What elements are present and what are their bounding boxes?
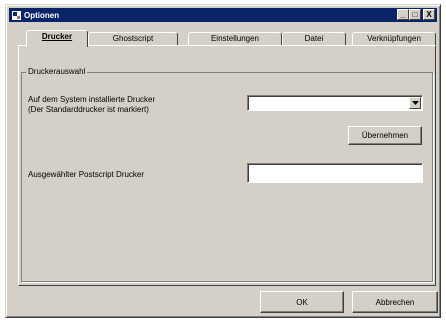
tab-ghostscript[interactable]: Ghostscript xyxy=(88,32,178,46)
cancel-button[interactable]: Abbrechen xyxy=(352,291,438,313)
installed-printers-select[interactable] xyxy=(247,95,423,111)
tab-datei[interactable]: Datei xyxy=(282,32,346,46)
apply-button[interactable]: Übernehmen xyxy=(348,126,422,145)
installed-printers-label-line2: (Der Standarddrucker ist markiert) xyxy=(28,105,149,114)
app-icon xyxy=(11,10,21,20)
tab-drucker[interactable]: Drucker xyxy=(26,30,88,47)
installed-printers-label-line1: Auf dem System installierte Drucker xyxy=(28,95,156,104)
window-title: Optionen xyxy=(24,10,60,20)
minimize-icon: _ xyxy=(400,9,406,19)
dropdown-button[interactable] xyxy=(409,97,421,109)
postscript-printer-field[interactable] xyxy=(247,163,423,183)
minimize-button[interactable]: _ xyxy=(397,9,409,20)
group-title: Druckerauswahl xyxy=(26,67,88,76)
tab-einstellungen[interactable]: Einstellungen xyxy=(188,32,282,46)
options-dialog: Optionen _ □ X Drucker Ghostscript Einst… xyxy=(5,4,441,318)
tab-drucker-label: Drucker xyxy=(41,32,73,41)
chevron-down-icon xyxy=(411,101,419,105)
tab-verknuepfungen-label: Verknüpfungen xyxy=(367,34,421,43)
ok-button-label: OK xyxy=(296,297,308,307)
ok-button[interactable]: OK xyxy=(260,291,344,313)
postscript-printer-label: Ausgewählter Postscript Drucker xyxy=(28,170,145,179)
close-button[interactable]: X xyxy=(423,9,435,20)
maximize-button[interactable]: □ xyxy=(409,9,421,20)
tab-verknuepfungen[interactable]: Verknüpfungen xyxy=(352,32,436,46)
cancel-button-label: Abbrechen xyxy=(375,297,415,307)
title-bar[interactable]: Optionen _ □ X xyxy=(9,8,437,22)
apply-button-label: Übernehmen xyxy=(361,131,409,140)
maximize-icon: □ xyxy=(412,9,418,19)
tab-datei-label: Datei xyxy=(304,34,324,43)
window-controls: _ □ X xyxy=(397,9,435,20)
drucker-panel: Druckerauswahl Auf dem System installier… xyxy=(18,45,436,286)
close-icon: X xyxy=(426,9,432,19)
installed-printers-label: Auf dem System installierte Drucker (Der… xyxy=(28,95,155,115)
tab-einstellungen-label: Einstellungen xyxy=(210,34,260,43)
tab-ghostscript-label: Ghostscript xyxy=(112,34,154,43)
